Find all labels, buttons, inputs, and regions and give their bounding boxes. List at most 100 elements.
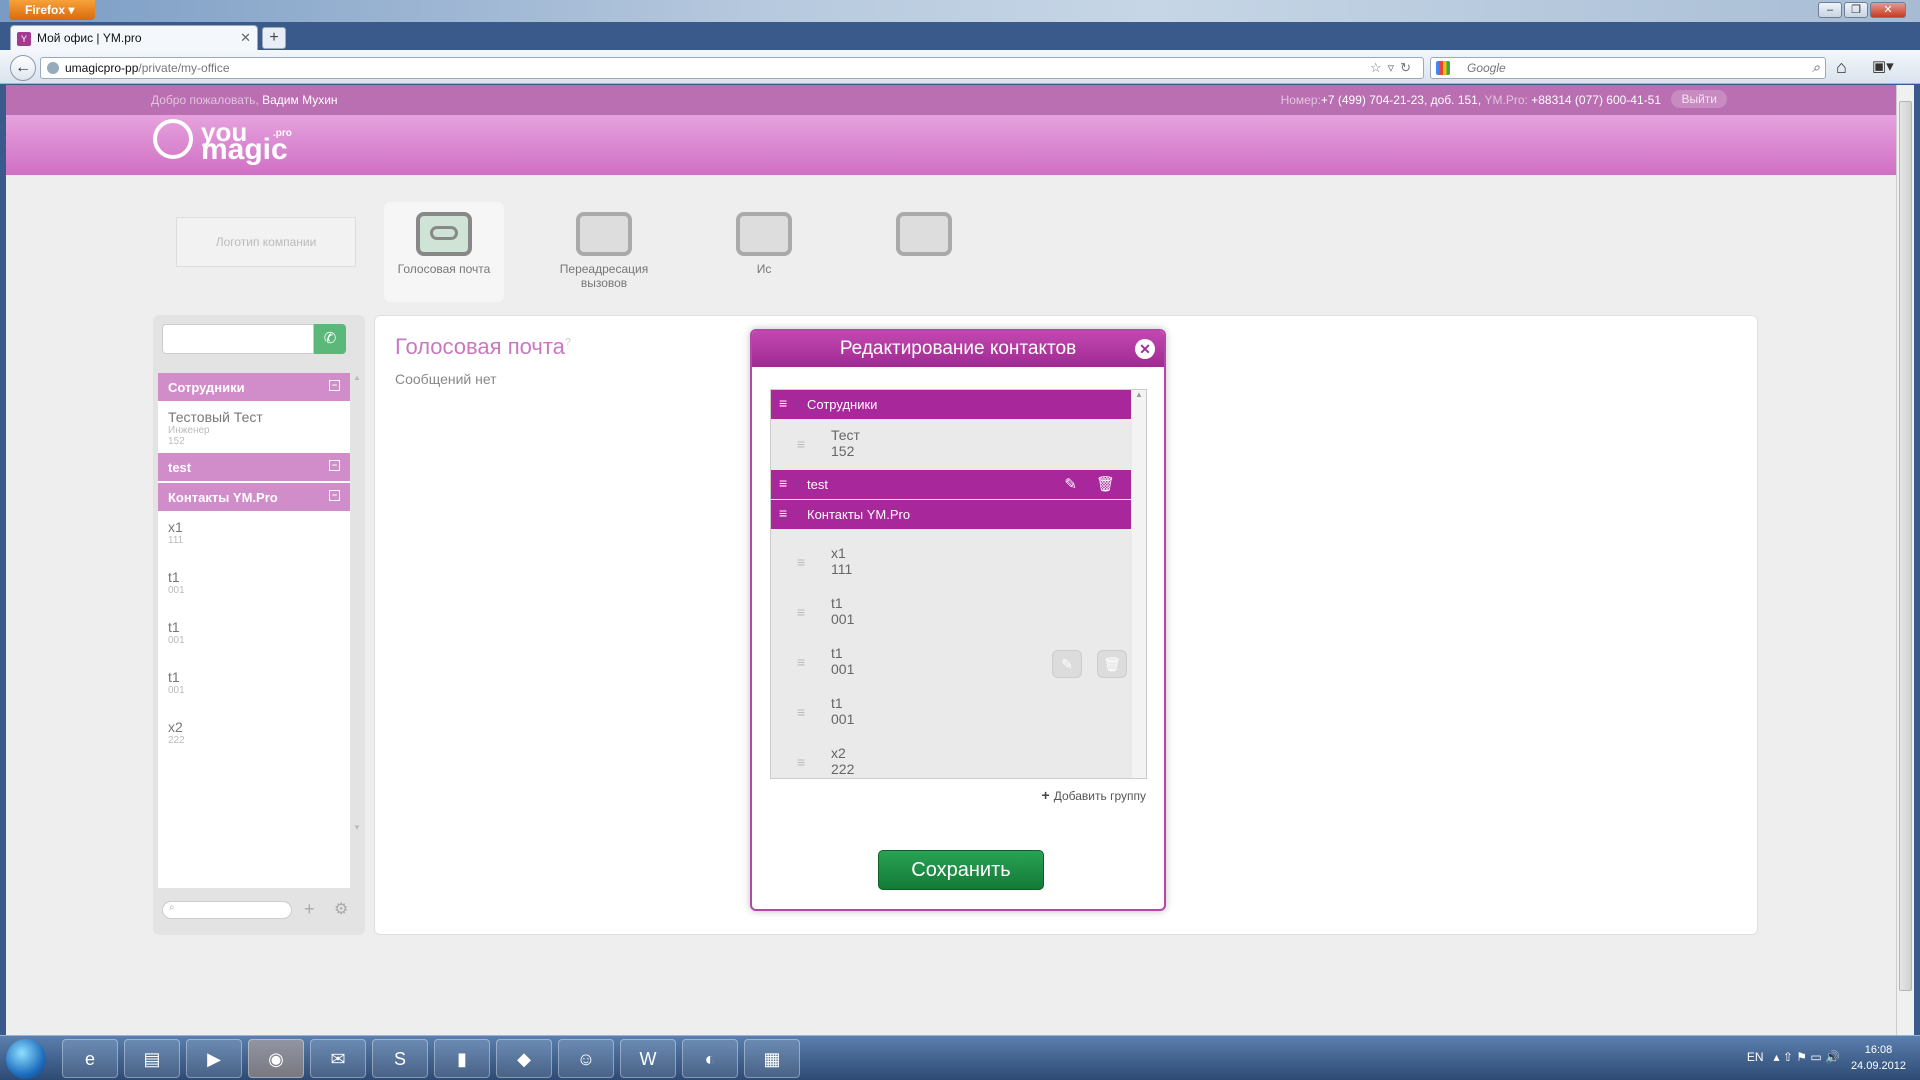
search-icon[interactable]: ⌕	[1812, 59, 1820, 76]
app-icon[interactable]: ◆	[496, 1039, 552, 1078]
sidebar-group-ympro[interactable]: Контакты YM.Pro −	[158, 483, 350, 511]
virtualbox-icon[interactable]: ▦	[744, 1039, 800, 1078]
drag-handle-icon[interactable]: ≡	[797, 604, 805, 620]
list-item[interactable]: x1 111	[158, 513, 350, 563]
word-icon[interactable]: W	[620, 1039, 676, 1078]
dial-input[interactable]	[162, 324, 314, 354]
search-placeholder: Google	[1467, 61, 1506, 75]
tile-settings[interactable]	[864, 202, 984, 302]
modal-group-employees[interactable]: ≡ Сотрудники	[771, 390, 1131, 419]
row-actions: ✎ 🗑	[1037, 650, 1127, 678]
list-item[interactable]: ≡ t1 001	[771, 588, 1131, 638]
addon-icon[interactable]: ▣▾	[1872, 57, 1894, 75]
modal-group-ympro[interactable]: ≡ Контакты YM.Pro	[771, 500, 1131, 529]
minimize-button[interactable]: –	[1818, 2, 1842, 18]
list-item[interactable]: Тестовый Тест Инженер 152	[158, 403, 350, 453]
drag-handle-icon[interactable]: ≡	[779, 505, 787, 521]
tab-close-icon[interactable]: ✕	[240, 30, 251, 46]
tile-call-forwarding[interactable]: Переадресация вызовов	[544, 202, 664, 302]
modal-scrollbar[interactable]: ▲	[1132, 390, 1146, 778]
call-button[interactable]: ✆	[314, 324, 346, 354]
start-button[interactable]	[6, 1039, 46, 1079]
drag-handle-icon[interactable]: ≡	[797, 654, 805, 670]
firefox-taskbar-icon[interactable]: ◉	[248, 1039, 304, 1078]
list-item[interactable]: ≡ t1 001	[771, 688, 1131, 738]
finder-icon[interactable]: ☺	[558, 1039, 614, 1078]
page-scrollbar[interactable]	[1896, 85, 1914, 1035]
list-item[interactable]: ≡ x1 111	[771, 538, 1131, 588]
list-item[interactable]: ≡ Тест 152	[771, 420, 1131, 470]
list-item[interactable]: t1 001	[158, 613, 350, 663]
mail-icon[interactable]: ✉	[310, 1039, 366, 1078]
firefox-menu-button[interactable]: Firefox ▾	[9, 0, 95, 20]
sidebar-footer: ⌕ + ⚙	[158, 893, 362, 929]
url-path: /private/my-office	[138, 61, 230, 75]
tile-history[interactable]: Ис	[704, 202, 824, 302]
sidebar-group-employees[interactable]: Сотрудники −	[158, 373, 350, 401]
list-item[interactable]: ≡ x2 222	[771, 738, 1131, 778]
new-tab-button[interactable]: +	[262, 27, 286, 49]
youmagic-logo[interactable]: you magic .pro	[153, 119, 292, 165]
list-item[interactable]: x2 222	[158, 713, 350, 763]
close-icon[interactable]: ✕	[1135, 339, 1155, 359]
list-item[interactable]: t1 001	[158, 563, 350, 613]
list-item[interactable]: t1 001	[158, 663, 350, 713]
pencil-icon[interactable]: ✎	[1052, 650, 1082, 678]
drag-handle-icon[interactable]: ≡	[797, 436, 805, 452]
empty-state-text: Сообщений нет	[395, 371, 497, 387]
drag-handle-icon[interactable]: ≡	[779, 475, 787, 491]
list-item[interactable]: ≡ t1 001 ✎ 🗑	[771, 638, 1131, 688]
help-icon[interactable]: ?	[565, 337, 571, 349]
logout-button[interactable]: Выйти	[1671, 90, 1727, 108]
windows-taskbar: e ▤ ▶ ◉ ✉ S ▮ ◆ ☺ W ◐ ▦ EN ▴ ⇧ ⚑ ▭ 🔊 16:…	[0, 1035, 1920, 1080]
back-button[interactable]: ←	[10, 55, 36, 81]
google-icon[interactable]	[1436, 61, 1450, 75]
modal-group-test[interactable]: ≡ test ✎ 🗑	[771, 470, 1131, 499]
url-bar[interactable]: umagicpro-pp/private/my-office ☆▿↻	[40, 57, 1424, 79]
bookmark-star-icon[interactable]: ☆▿↻	[1370, 60, 1417, 76]
sidebar-scrollbar[interactable]: ▲ ▼	[352, 373, 362, 888]
tile-label: Переадресация вызовов	[559, 262, 649, 290]
explorer-icon[interactable]: ▤	[124, 1039, 180, 1078]
browser-tab[interactable]: Y Мой офис | YM.pro ✕	[10, 25, 258, 50]
contact-filter-input[interactable]: ⌕	[162, 901, 292, 919]
save-button[interactable]: Сохранить	[878, 850, 1044, 890]
user-name[interactable]: Вадим Мухин	[262, 93, 337, 107]
skype-icon[interactable]: S	[372, 1039, 428, 1078]
gear-icon[interactable]: ⚙	[334, 899, 348, 919]
eclipse-icon[interactable]: ◐	[682, 1039, 738, 1078]
voicemail-icon	[416, 212, 472, 256]
home-icon[interactable]: ⌂	[1836, 57, 1847, 78]
tray-icons[interactable]: ▴ ⇧ ⚑ ▭ 🔊	[1767, 1050, 1840, 1064]
history-icon	[736, 212, 792, 256]
edit-contacts-modal: Редактирование контактов ✕ ≡ Сотрудники …	[750, 329, 1166, 911]
company-logo-placeholder[interactable]: Логотип компании	[176, 217, 356, 267]
scrollbar-thumb[interactable]	[1899, 101, 1912, 991]
logo-bubble-icon	[153, 119, 193, 159]
call-forwarding-icon	[576, 212, 632, 256]
terminal-icon[interactable]: ▮	[434, 1039, 490, 1078]
drag-handle-icon[interactable]: ≡	[779, 395, 787, 411]
drag-handle-icon[interactable]: ≡	[797, 554, 805, 570]
media-player-icon[interactable]: ▶	[186, 1039, 242, 1078]
navigation-bar: ← umagicpro-pp/private/my-office ☆▿↻ Goo…	[0, 50, 1920, 84]
drag-handle-icon[interactable]: ≡	[797, 704, 805, 720]
tile-voicemail[interactable]: Голосовая почта	[384, 202, 504, 302]
collapse-icon[interactable]: −	[329, 380, 340, 391]
search-bar[interactable]: Google ⌕	[1430, 57, 1826, 79]
trash-icon[interactable]: 🗑	[1097, 650, 1127, 678]
drag-handle-icon[interactable]: ≡	[797, 754, 805, 770]
close-window-button[interactable]: ✕	[1870, 2, 1906, 18]
trash-icon[interactable]: 🗑	[1096, 475, 1115, 493]
clock[interactable]: 16:08 24.09.2012	[1851, 1042, 1906, 1074]
pencil-icon[interactable]: ✎	[1064, 475, 1077, 493]
collapse-icon[interactable]: −	[329, 460, 340, 471]
ie-icon[interactable]: e	[62, 1039, 118, 1078]
collapse-icon[interactable]: −	[329, 490, 340, 501]
add-group-link[interactable]: + Добавить группу	[1042, 787, 1146, 803]
add-contact-icon[interactable]: +	[304, 899, 315, 920]
language-indicator[interactable]: EN	[1747, 1050, 1764, 1064]
restore-button[interactable]: ❐	[1844, 2, 1868, 18]
sidebar-group-test[interactable]: test −	[158, 453, 350, 481]
top-strip: Добро пожаловать, Вадим Мухин Номер:+7 (…	[6, 85, 1896, 115]
